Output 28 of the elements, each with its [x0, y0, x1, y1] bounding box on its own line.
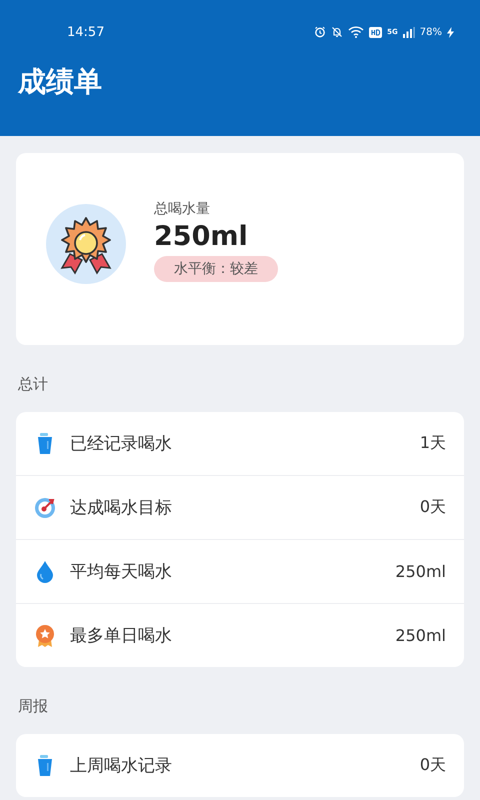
stat-label: 最多单日喝水: [70, 625, 173, 647]
star-medal-icon: [34, 624, 56, 646]
stat-value: 250ml: [395, 626, 446, 645]
battery-level: 78%: [420, 26, 442, 38]
sun-medal-icon: [46, 204, 126, 284]
hd-icon: [369, 26, 382, 38]
section-title: 周报: [17, 696, 49, 717]
stat-label: 上周喝水记录: [70, 755, 173, 777]
bell-off-icon: [331, 26, 344, 38]
wifi-icon: [348, 26, 364, 38]
charging-icon: [447, 26, 454, 38]
target-icon: [34, 496, 56, 518]
status-time: 14:57: [67, 24, 104, 40]
water-balance-badge: 水平衡：较差: [154, 256, 278, 282]
stat-label: 达成喝水目标: [70, 497, 173, 519]
water-drop-icon: [34, 560, 56, 582]
signal-icon: [402, 26, 415, 38]
section-title: 总计: [17, 374, 49, 395]
stat-value: 0天: [420, 755, 446, 776]
stat-value: 0天: [420, 497, 446, 518]
alarm-icon: [314, 26, 326, 38]
total-water-value: 250ml: [154, 220, 248, 254]
stat-value: 250ml: [395, 562, 446, 581]
stat-value: 1天: [420, 433, 446, 454]
stat-label: 已经记录喝水: [70, 433, 173, 455]
total-water-label: 总喝水量: [154, 200, 210, 218]
page-title: 成绩单: [16, 64, 103, 100]
stat-label: 平均每天喝水: [70, 561, 173, 583]
